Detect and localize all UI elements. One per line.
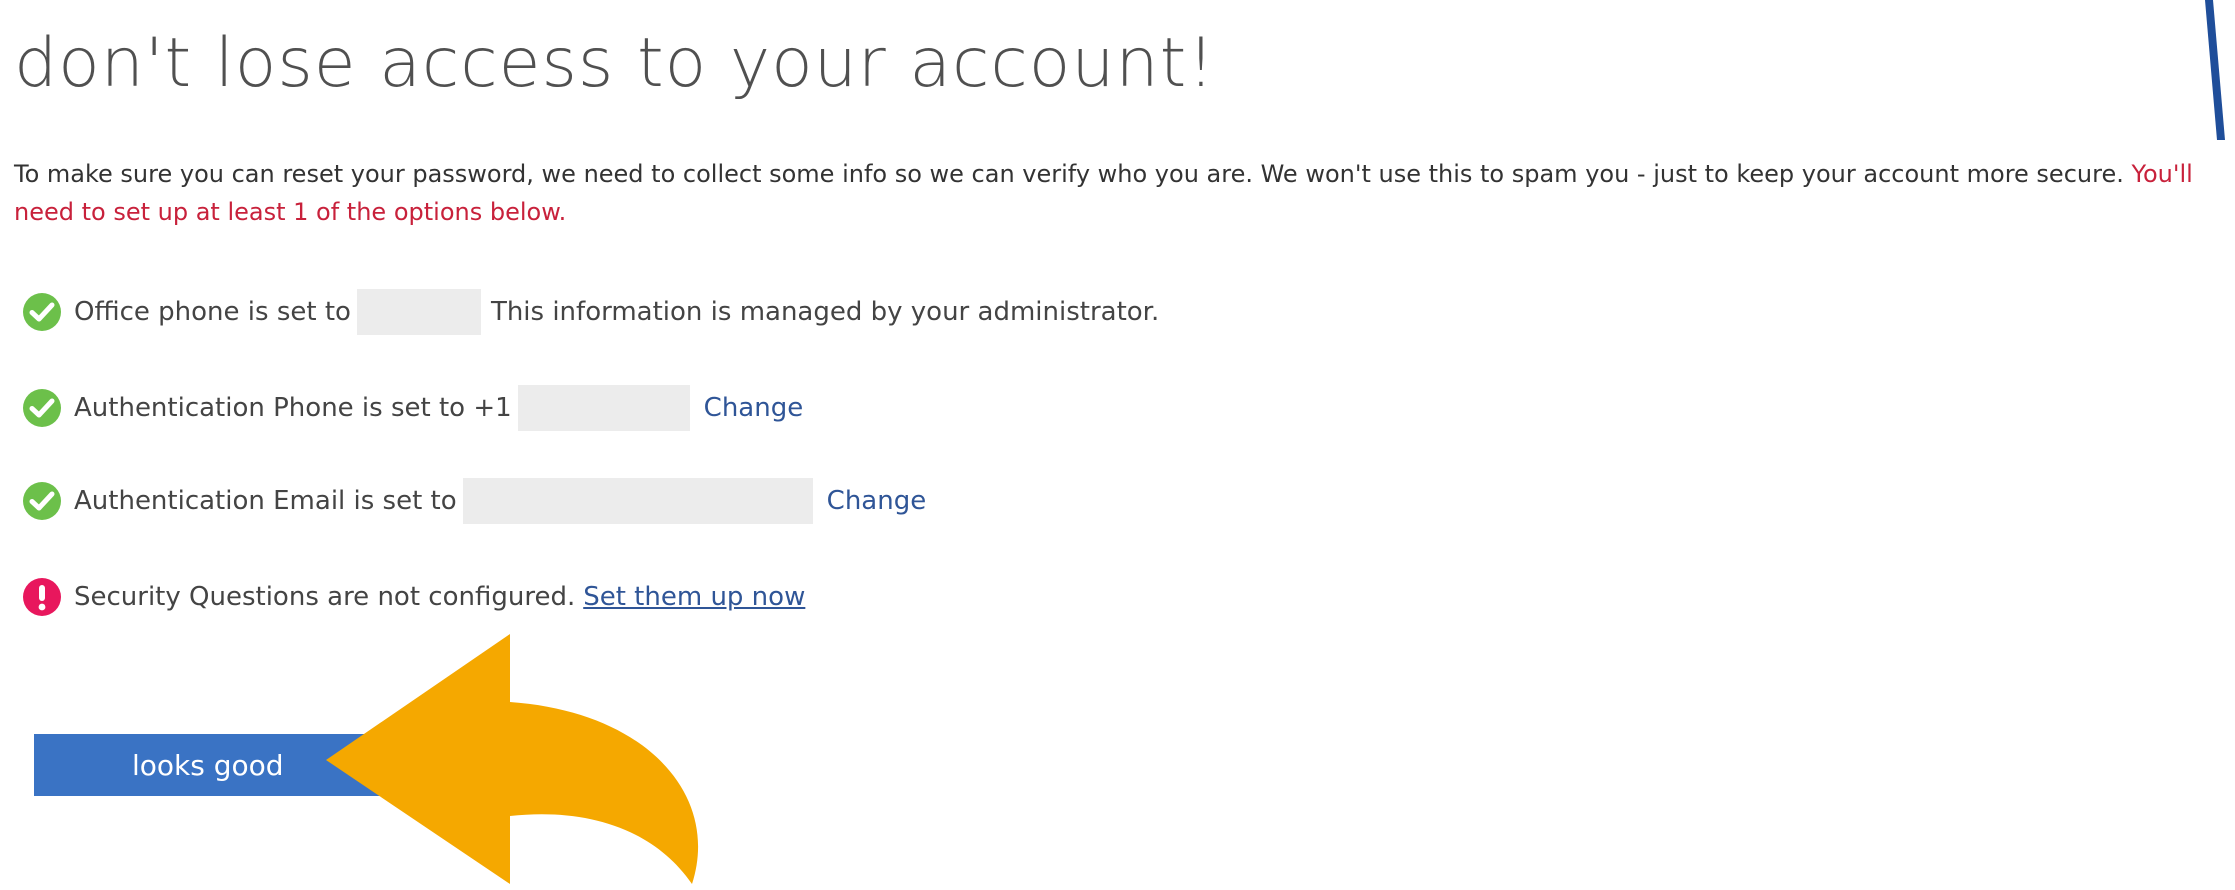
redacted-auth-phone	[517, 385, 690, 431]
auth-email-label: Authentication Email is set to	[74, 486, 457, 516]
change-auth-email-link[interactable]: Change	[827, 486, 927, 516]
option-auth-email: Authentication Email is set to Change	[22, 478, 926, 524]
intro-paragraph: To make sure you can reset your password…	[14, 155, 2229, 231]
check-circle-icon	[23, 482, 61, 520]
intro-text: To make sure you can reset your password…	[14, 160, 2124, 188]
check-circle-icon	[23, 293, 61, 331]
redacted-auth-email	[462, 478, 813, 524]
option-office-phone: Office phone is set to This information …	[22, 289, 1159, 335]
alert-circle-icon	[23, 578, 61, 616]
page-title: don't lose access to your account!	[14, 24, 1216, 103]
change-auth-phone-link[interactable]: Change	[704, 393, 804, 423]
curved-arrow-annotation-icon	[326, 634, 699, 884]
security-questions-label: Security Questions are not configured.	[74, 582, 576, 612]
option-auth-phone: Authentication Phone is set to +1 Change	[22, 385, 803, 431]
option-security-questions: Security Questions are not configured. S…	[22, 574, 805, 620]
office-phone-label: Office phone is set to	[74, 297, 351, 327]
setup-security-questions-link[interactable]: Set them up now	[583, 582, 805, 612]
office-phone-note: This information is managed by your admi…	[490, 297, 1160, 327]
auth-phone-label: Authentication Phone is set to +1	[74, 393, 512, 423]
account-recovery-page: don't lose access to your account! To ma…	[0, 0, 2235, 890]
redacted-office-phone	[356, 289, 481, 335]
corner-decoration-icon	[2205, 0, 2225, 140]
check-circle-icon	[23, 389, 61, 427]
